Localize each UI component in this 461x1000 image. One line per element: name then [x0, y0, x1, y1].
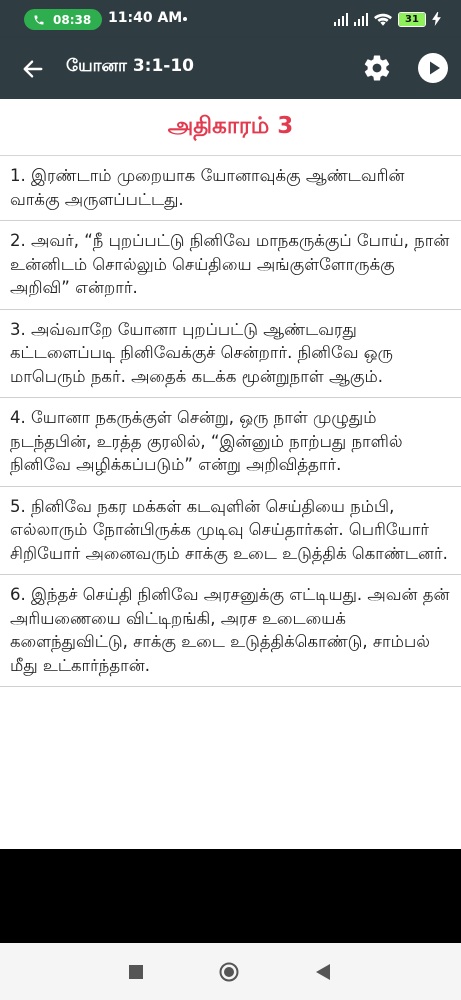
verse-item[interactable]: 3. அவ்வாறே யோனா புறப்பட்டு ஆண்டவரது கட்ட… [0, 310, 461, 398]
battery-icon: 31 [398, 11, 426, 27]
play-button[interactable] [416, 51, 450, 85]
phone-icon [34, 15, 44, 24]
recents-button[interactable] [126, 962, 146, 982]
chapter-heading: அதிகாரம் 3 [0, 99, 461, 156]
signal-icon-2 [354, 12, 368, 26]
verse-item[interactable]: 6. இந்தச் செய்தி நினிவே அரசனுக்கு எட்டிய… [0, 575, 461, 687]
settings-button[interactable] [360, 51, 394, 85]
verse-item[interactable]: 1. இரண்டாம் முறையாக யோனாவுக்கு ஆண்டவரின்… [0, 156, 461, 221]
signal-icon [334, 12, 348, 26]
chapter-content[interactable]: அதிகாரம் 3 1. இரண்டாம் முறையாக யோனாவுக்க… [0, 99, 461, 849]
verse-item[interactable]: 4. யோனா நகருக்குள் சென்று, ஒரு நாள் முழு… [0, 398, 461, 487]
play-icon [418, 53, 448, 83]
ongoing-call-indicator[interactable]: 08:38 [24, 9, 102, 30]
battery-level: 31 [405, 13, 419, 25]
bottom-blank-area [0, 849, 461, 943]
status-bar: 08:38 11:40 AM 31 [0, 0, 461, 38]
notification-dot-icon [183, 17, 187, 21]
nav-back-button[interactable] [313, 962, 333, 982]
call-duration: 08:38 [53, 12, 92, 27]
page-title: யோனா 3:1-10 [66, 56, 194, 76]
app-bar: யோனா 3:1-10 [0, 38, 461, 99]
arrow-left-icon [23, 60, 43, 78]
back-button[interactable] [18, 54, 48, 84]
wifi-icon [374, 13, 392, 26]
clock: 11:40 AM [108, 10, 183, 26]
gear-icon [364, 55, 390, 81]
system-navigation-bar [0, 943, 461, 1000]
verse-item[interactable]: 5. நினிவே நகர மக்கள் கடவுளின் செய்தியை ந… [0, 487, 461, 575]
square-icon [129, 965, 143, 979]
status-icons: 31 [334, 9, 441, 29]
triangle-left-icon [316, 964, 330, 980]
circle-icon [219, 962, 239, 982]
charging-bolt-icon [432, 12, 441, 26]
verse-item[interactable]: 2. அவர், “நீ புறப்பட்டு நினிவே மாநகருக்க… [0, 221, 461, 310]
home-button[interactable] [219, 962, 239, 982]
